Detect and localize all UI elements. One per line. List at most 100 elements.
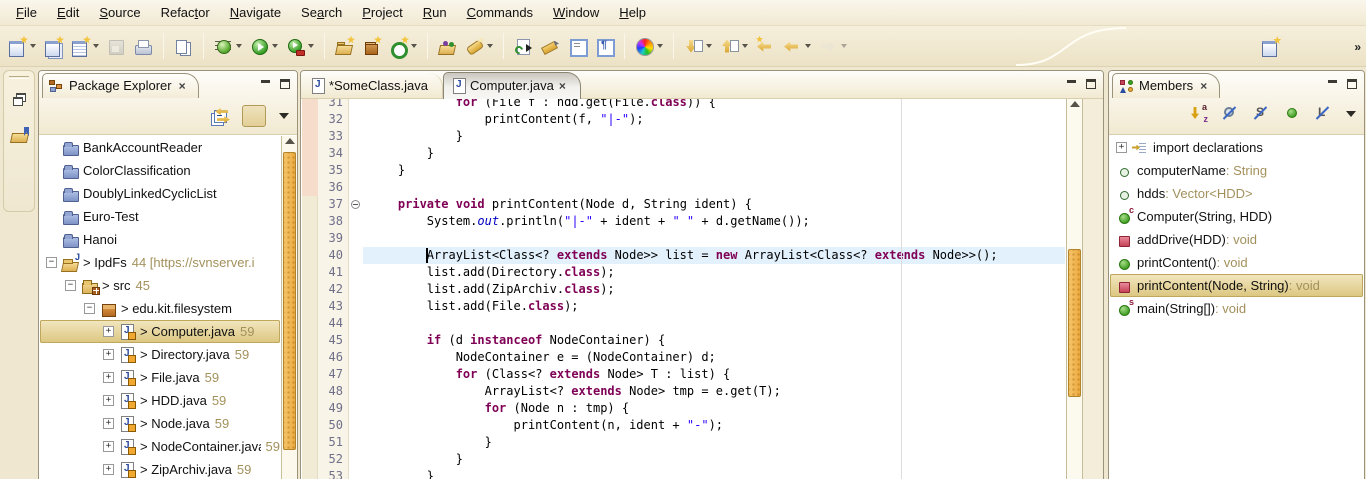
scroll-up-icon[interactable] (285, 138, 295, 144)
code-line[interactable]: NodeContainer e = (NodeContainer) d; (363, 349, 1065, 366)
code-line[interactable]: list.add(Directory.class); (363, 264, 1065, 281)
minimize-button[interactable] (1328, 79, 1338, 88)
menu-navigate[interactable]: Navigate (220, 2, 291, 23)
menu-project[interactable]: Project (352, 2, 412, 23)
code-line[interactable]: list.add(File.class); (363, 298, 1065, 315)
previous-annotation-button[interactable] (717, 34, 751, 59)
last-edit-location-button[interactable] (753, 34, 778, 59)
close-icon[interactable]: × (1200, 79, 1207, 93)
minimize-button[interactable] (1067, 79, 1077, 88)
back-button[interactable] (780, 34, 814, 59)
search-button[interactable] (462, 34, 496, 59)
package-explorer-view-menu-button[interactable] (279, 113, 289, 119)
tree-expander-icon[interactable]: + (103, 464, 114, 475)
mark-occurrences-button[interactable] (538, 34, 563, 59)
color-wheel-button[interactable] (632, 34, 666, 59)
member-item[interactable]: printContent(Node, String) : void (1110, 274, 1363, 297)
hide-fields-button[interactable] (1222, 105, 1240, 122)
tree-item[interactable]: −J> IpdFs44 [https://svnserver.i (40, 251, 280, 274)
code-line[interactable]: } (363, 145, 1065, 162)
code-line[interactable]: list.add(ZipArchiv.class); (363, 281, 1065, 298)
tree-expander-icon[interactable]: + (103, 395, 114, 406)
code-line[interactable]: System.out.println("|-" + ident + " " + … (363, 213, 1065, 230)
code-line[interactable] (363, 315, 1065, 332)
tree-item[interactable]: ColorClassification (40, 159, 280, 182)
package-explorer-scrollbar[interactable] (281, 136, 297, 479)
code-line[interactable]: if (d instanceof NodeContainer) { (363, 332, 1065, 349)
editor-scrollbar[interactable] (1066, 99, 1083, 479)
show-whitespace-button[interactable]: ¶ (592, 34, 617, 59)
code-line[interactable]: ArrayList<Class<? extends Node>> list = … (363, 247, 1065, 264)
code-line[interactable]: } (363, 434, 1065, 451)
scrollbar-thumb[interactable] (1068, 249, 1081, 397)
code-text[interactable]: for (File f : hdd.get(File.class)) { pri… (363, 99, 1065, 479)
tree-expander-icon[interactable]: + (1116, 142, 1127, 153)
new-class-button[interactable] (386, 34, 420, 59)
fast-view-package-explorer-button[interactable] (11, 127, 29, 142)
code-line[interactable] (363, 179, 1065, 196)
tree-item[interactable]: +J> ZipArchiv.java59 (40, 458, 280, 479)
scroll-up-icon[interactable] (1070, 101, 1080, 107)
new-java-project-button[interactable] (332, 34, 357, 59)
run-button[interactable] (247, 34, 281, 59)
menu-refactor[interactable]: Refactor (151, 2, 220, 23)
menu-edit[interactable]: Edit (47, 2, 89, 23)
print-button[interactable] (131, 34, 156, 59)
code-line[interactable]: } (363, 128, 1065, 145)
code-line[interactable]: printContent(n, ident + "-"); (363, 417, 1065, 434)
maximize-button[interactable] (280, 79, 290, 89)
member-item[interactable]: printContent() : void (1110, 251, 1363, 274)
editor-tab--someclass-java[interactable]: J*SomeClass.java (303, 73, 443, 99)
new-view-button[interactable] (68, 34, 102, 59)
fast-view-drag-handle[interactable] (9, 76, 29, 79)
link-with-editor-button[interactable] (242, 105, 266, 127)
debug-button[interactable] (211, 34, 245, 59)
tree-expander-icon[interactable]: − (65, 280, 76, 291)
code-line[interactable]: private void printContent(Node d, String… (363, 196, 1065, 213)
tree-expander-icon[interactable]: − (46, 257, 57, 268)
tree-expander-icon[interactable]: − (84, 303, 95, 314)
code-line[interactable]: } (363, 468, 1065, 479)
restore-view-button[interactable] (13, 93, 25, 104)
menu-search[interactable]: Search (291, 2, 352, 23)
tree-item[interactable]: +J> File.java59 (40, 366, 280, 389)
next-annotation-button[interactable] (681, 34, 715, 59)
code-line[interactable] (363, 230, 1065, 247)
maximize-button[interactable] (1347, 79, 1357, 89)
hide-static-button[interactable]: S (1253, 105, 1271, 122)
menu-commands[interactable]: Commands (457, 2, 543, 23)
tree-item[interactable]: DoublyLinkedCyclicList (40, 182, 280, 205)
tree-expander-icon[interactable]: + (103, 349, 114, 360)
tree-expander-icon[interactable]: + (103, 418, 114, 429)
tree-item[interactable]: BankAccountReader (40, 136, 280, 159)
members-view-menu-button[interactable] (1346, 111, 1356, 117)
new-package-button[interactable] (359, 34, 384, 59)
tree-item[interactable]: Hanoi (40, 228, 280, 251)
members-tab[interactable]: Members × (1112, 73, 1220, 98)
show-selected-element-button[interactable] (565, 34, 590, 59)
tree-expander-icon[interactable]: + (103, 441, 114, 452)
menu-source[interactable]: Source (89, 2, 150, 23)
maximize-button[interactable] (1086, 79, 1096, 89)
tree-item[interactable]: +J> Node.java59 (40, 412, 280, 435)
member-item[interactable]: smain(String[]) : void (1110, 297, 1363, 320)
tree-item[interactable]: +J> HDD.java59 (40, 389, 280, 412)
tree-item[interactable]: +J> Directory.java59 (40, 343, 280, 366)
code-line[interactable]: ArrayList<? extends Node> tmp = e.get(T)… (363, 383, 1065, 400)
tree-expander-icon[interactable]: + (103, 372, 114, 383)
minimize-button[interactable] (261, 79, 271, 88)
tree-item[interactable]: −> edu.kit.filesystem (40, 297, 280, 320)
menu-run[interactable]: Run (413, 2, 457, 23)
package-explorer-tab[interactable]: Package Explorer × (42, 73, 199, 98)
new-task-button[interactable] (511, 34, 536, 59)
hide-local-types-button[interactable]: L (1315, 105, 1333, 122)
tree-item[interactable]: +J> Computer.java59 (40, 320, 280, 343)
code-line[interactable]: printContent(f, "|-"); (363, 111, 1065, 128)
hide-non-public-button[interactable] (1284, 105, 1302, 122)
tree-expander-icon[interactable]: + (103, 326, 114, 337)
run-external-tools-button[interactable] (283, 34, 317, 59)
menu-file[interactable]: File (6, 2, 47, 23)
menu-help[interactable]: Help (609, 2, 656, 23)
scrollbar-thumb[interactable] (283, 152, 296, 450)
code-line[interactable]: for (Node n : tmp) { (363, 400, 1065, 417)
